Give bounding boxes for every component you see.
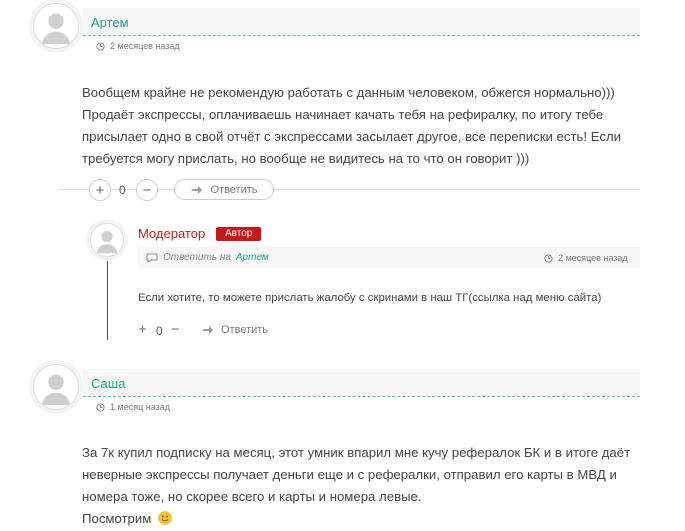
comment-line: неверные экспрессы получает деньги еще и… xyxy=(82,467,617,482)
upvote-button[interactable]: + xyxy=(138,321,147,338)
minus-icon: − xyxy=(142,181,152,199)
reply-to-prefix: Ответить на xyxy=(163,252,231,263)
upvote-button[interactable]: + xyxy=(89,179,111,201)
plus-icon: + xyxy=(95,181,105,199)
author-name[interactable]: Артем xyxy=(91,15,129,30)
comment-time: 2 месяцев назад xyxy=(96,41,180,51)
comment-line: За 7к купил подписку на месяц, этот умни… xyxy=(82,445,631,460)
time-text: 2 месяцев назад xyxy=(110,41,180,51)
vote-count: 0 xyxy=(156,324,163,338)
reply-to: Ответить на Артем xyxy=(146,252,269,263)
comment-text: Вообщем крайне не рекомендую работать с … xyxy=(82,82,642,170)
author-bar xyxy=(83,369,640,397)
reply-arrow-icon xyxy=(202,326,213,334)
reply-arrow-icon xyxy=(191,185,203,194)
smile-emoji-icon xyxy=(158,511,172,525)
time-text: 1 месяц назад xyxy=(110,402,170,412)
comment-line: Если хотите, то можете прислать жалобу с… xyxy=(138,292,602,304)
time-text: 2 месяцев назад xyxy=(558,253,628,263)
avatar xyxy=(90,223,124,257)
comment-line: Вообщем крайне не рекомендую работать с … xyxy=(82,85,615,100)
comment-line-last: Посмотрим xyxy=(82,508,642,530)
vote-count: 0 xyxy=(119,183,126,197)
comment-line: присылает одно в свой отчёт с экспрессам… xyxy=(82,129,622,144)
author-name[interactable]: Модератор xyxy=(138,226,205,241)
author-name[interactable]: Саша xyxy=(91,376,125,391)
comment-time: 1 месяц назад xyxy=(96,402,170,412)
comment-text: Если хотите, то можете прислать жалобу с… xyxy=(138,287,638,309)
avatar xyxy=(33,364,79,410)
avatar xyxy=(33,3,79,49)
author-badge: Автор xyxy=(216,227,262,241)
comment-text: За 7к купил подписку на месяц, этот умни… xyxy=(82,442,642,530)
reply-button[interactable]: Ответить xyxy=(201,324,268,336)
speech-bubble-icon xyxy=(146,253,158,263)
downvote-button[interactable]: − xyxy=(136,179,158,201)
clock-icon xyxy=(544,253,553,263)
comment-line: Продаёт экспрессы, оплачиваешь начинает … xyxy=(82,107,604,122)
comment-line: Посмотрим xyxy=(82,511,152,526)
clock-icon xyxy=(96,402,105,412)
reply-label: Ответить xyxy=(221,324,269,336)
reply-button[interactable]: Ответить xyxy=(174,179,274,200)
comment-line: требуется могу прислать, но вообще не ви… xyxy=(82,151,530,166)
comment-line: номера тоже, но скорее всего и карты и н… xyxy=(82,489,422,504)
downvote-button[interactable]: − xyxy=(171,321,180,338)
reply-to-link[interactable]: Артем xyxy=(236,252,269,263)
clock-icon xyxy=(96,41,105,51)
author-bar xyxy=(83,8,640,36)
thread-line xyxy=(107,258,108,340)
reply-label: Ответить xyxy=(210,183,258,196)
comment-time: 2 месяцев назад xyxy=(544,253,628,263)
